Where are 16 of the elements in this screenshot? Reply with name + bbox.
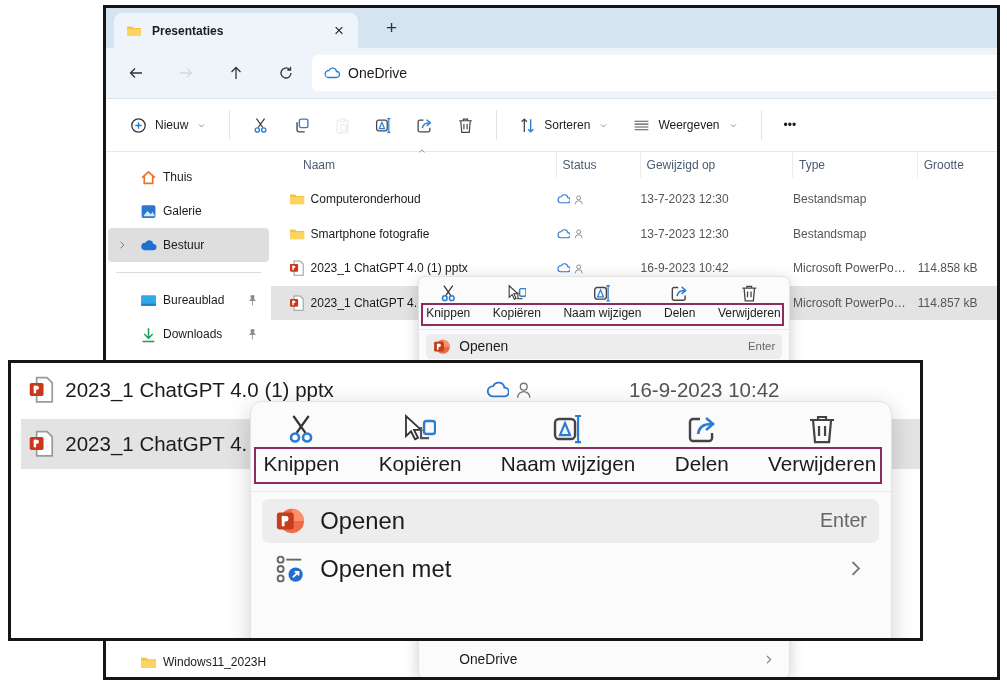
file-size: 114.858 kB bbox=[917, 261, 978, 276]
file-type: Bestandsmap bbox=[793, 226, 867, 241]
file-type: Microsoft PowerPo… bbox=[793, 261, 906, 276]
file-name: 2023_1 ChatGPT 4. bbox=[65, 431, 248, 456]
file-name: Smartphone fotografie bbox=[310, 226, 430, 241]
modified-date: 16-9-2023 10:42 bbox=[629, 377, 780, 401]
file-size: 114.857 kB bbox=[917, 295, 978, 310]
modified-date: 16-9-2023 10:42 bbox=[640, 261, 729, 276]
file-type: Bestandsmap bbox=[793, 192, 867, 207]
file-type: Microsoft PowerPo… bbox=[793, 295, 906, 310]
modified-date: 13-7-2023 12:30 bbox=[640, 192, 729, 207]
modified-date: 13-7-2023 12:30 bbox=[640, 226, 729, 241]
file-name: 2023_1 ChatGPT 4.0 (1) pptx bbox=[310, 261, 468, 276]
file-name: 2023_1 ChatGPT 4.0 (1) pptx bbox=[65, 377, 334, 402]
file-name: Computeronderhoud bbox=[310, 192, 421, 207]
file-name: 2023_1 ChatGPT 4. bbox=[310, 295, 418, 310]
